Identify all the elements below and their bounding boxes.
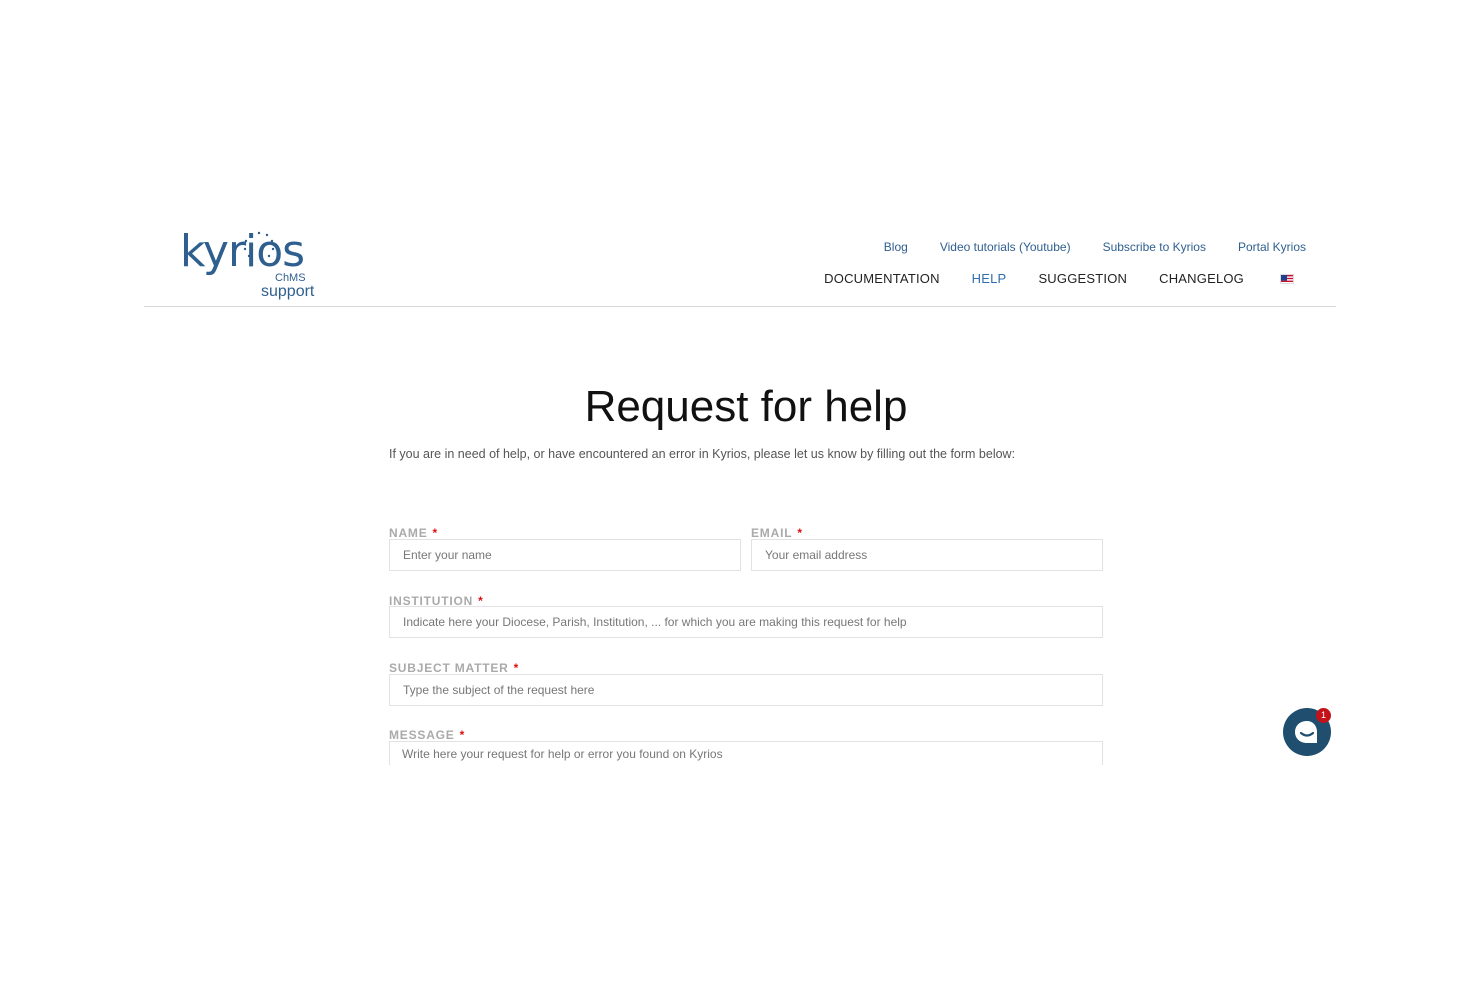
site-header: kyrios ChMS support Blog Video tutorials…: [144, 222, 1336, 307]
email-label-text: EMAIL: [751, 526, 793, 540]
email-label: EMAIL *: [751, 526, 803, 540]
institution-field[interactable]: [389, 606, 1103, 638]
us-flag-icon[interactable]: [1280, 273, 1294, 284]
nav-documentation[interactable]: DOCUMENTATION: [824, 271, 940, 286]
required-marker: *: [513, 661, 520, 675]
subject-label-text: SUBJECT MATTER: [389, 661, 509, 675]
required-marker: *: [797, 526, 803, 540]
chat-notification-badge: 1: [1316, 708, 1331, 723]
name-field[interactable]: [389, 539, 741, 571]
required-marker: *: [432, 526, 439, 540]
subject-label: SUBJECT MATTER *: [389, 661, 519, 675]
logo-halo-icon: [243, 231, 275, 258]
subject-field[interactable]: [389, 674, 1103, 706]
top-link-video-tutorials[interactable]: Video tutorials (Youtube): [940, 240, 1071, 254]
required-marker: *: [459, 728, 466, 742]
top-link-portal[interactable]: Portal Kyrios: [1238, 240, 1306, 254]
name-label-text: NAME: [389, 526, 428, 540]
message-label-text: MESSAGE: [389, 728, 455, 742]
name-label: NAME *: [389, 526, 438, 540]
message-label: MESSAGE *: [389, 728, 465, 742]
nav-help[interactable]: HELP: [972, 271, 1007, 286]
kyrios-logo[interactable]: kyrios ChMS support: [180, 228, 330, 301]
top-link-subscribe[interactable]: Subscribe to Kyrios: [1103, 240, 1206, 254]
nav-suggestion[interactable]: SUGGESTION: [1038, 271, 1127, 286]
page: kyrios ChMS support Blog Video tutorials…: [0, 0, 1480, 987]
nav-changelog[interactable]: CHANGELOG: [1159, 271, 1244, 286]
message-clip: [389, 741, 1103, 765]
email-field[interactable]: [751, 539, 1103, 571]
page-intro: If you are in need of help, or have enco…: [389, 447, 1016, 461]
top-link-blog[interactable]: Blog: [884, 240, 908, 254]
message-field[interactable]: [389, 741, 1103, 765]
logo-support: support: [261, 283, 315, 300]
top-links: Blog Video tutorials (Youtube) Subscribe…: [852, 240, 1306, 254]
main-nav: DOCUMENTATION HELP SUGGESTION CHANGELOG: [792, 271, 1294, 286]
page-title: Request for help: [584, 382, 908, 431]
